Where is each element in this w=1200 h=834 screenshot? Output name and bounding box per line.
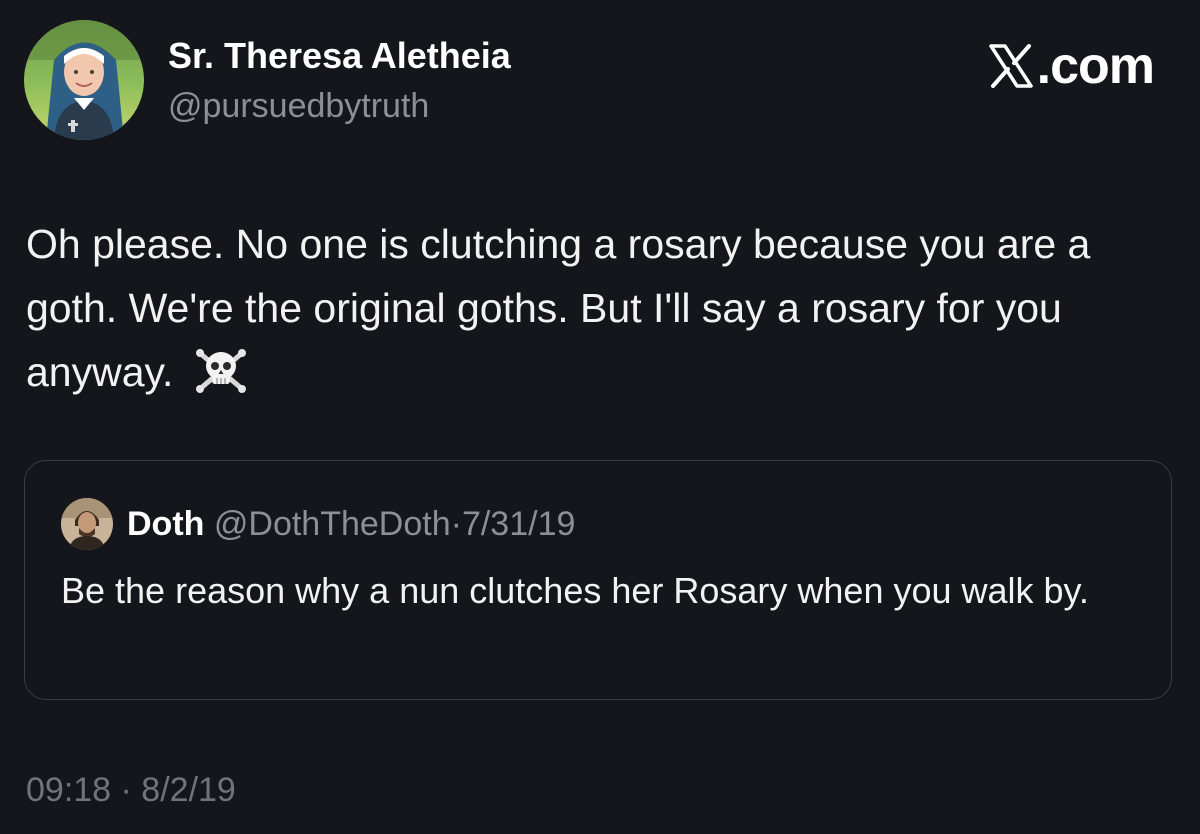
tweet-card: Sr. Theresa Aletheia @pursuedbytruth .co… — [0, 0, 1200, 834]
tweet-text: Oh please. No one is clutching a rosary … — [26, 221, 1091, 395]
quoted-tweet-header: Doth @DothTheDoth·7/31/19 — [127, 503, 575, 545]
avatar-photo — [24, 20, 144, 140]
quoted-separator: · — [450, 505, 462, 543]
quoted-author-avatar[interactable] — [61, 498, 113, 550]
tweet-timestamp[interactable]: 09:18 · 8/2/19 — [26, 768, 236, 812]
quoted-tweet-text: Be the reason why a nun clutches her Ros… — [61, 570, 1089, 611]
quoted-date[interactable]: 7/31/19 — [462, 505, 575, 543]
author-handle[interactable]: @pursuedbytruth — [168, 84, 429, 128]
quoted-author-handle[interactable]: @DothTheDoth — [214, 505, 451, 543]
author-display-name[interactable]: Sr. Theresa Aletheia — [168, 34, 511, 78]
quoted-author-display-name[interactable]: Doth — [127, 505, 204, 543]
skull-and-crossbones-icon — [195, 349, 246, 393]
quoted-avatar-photo — [61, 498, 113, 550]
x-logo-icon — [988, 44, 1033, 88]
brand-watermark: .com — [987, 36, 1155, 96]
tweet-body: Oh please. No one is clutching a rosary … — [26, 212, 1186, 404]
author-avatar[interactable] — [24, 20, 144, 140]
quoted-tweet[interactable]: Doth @DothTheDoth·7/31/19 Be the reason … — [24, 460, 1172, 700]
brand-suffix: .com — [1036, 37, 1155, 95]
